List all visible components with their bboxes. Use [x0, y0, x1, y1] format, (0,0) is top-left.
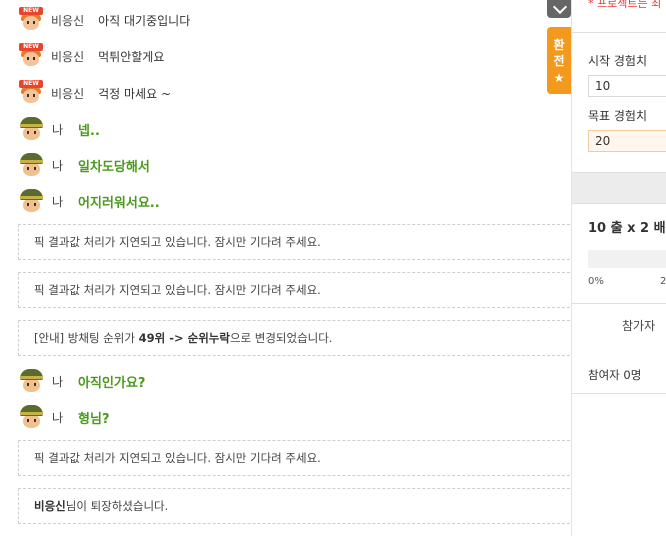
panel-notice: * 프로젝트는 최 [572, 0, 666, 33]
collapse-tab[interactable] [547, 0, 571, 18]
message-sender[interactable]: 나 [52, 121, 63, 138]
progress-tick-start: 0% [588, 276, 604, 287]
message-text: 넵.. [78, 123, 100, 139]
message-text: 아직인가요? [78, 375, 146, 391]
message-sender[interactable]: 비응신 [51, 12, 84, 29]
message-text: 일차도당해서 [78, 159, 150, 175]
message-sender[interactable]: 나 [52, 193, 63, 210]
chat-message: NEW 비응신 걱정 마세요 ~ [18, 80, 171, 106]
system-notice: 픽 결과값 처리가 지연되고 있습니다. 잠시만 기다려 주세요. [18, 272, 570, 308]
notice-suffix: 으로 변경되었습니다. [229, 331, 333, 345]
exchange-tab[interactable]: 환전 ★ [547, 27, 571, 94]
chat-message: NEW 비응신 아직 대기중입니다 [18, 7, 190, 33]
new-badge: NEW [19, 7, 43, 15]
start-exp-input[interactable]: 10 [588, 75, 666, 97]
my-avatar-icon[interactable] [18, 188, 44, 214]
rank-to: 순위누락 [187, 331, 230, 345]
chat-message: 나 어지러워서요.. [18, 188, 160, 214]
notice-prefix: [안내] 방채팅 순위가 [34, 331, 139, 345]
my-avatar-icon[interactable] [18, 368, 44, 394]
my-avatar-icon[interactable] [18, 152, 44, 178]
chat-message: 나 넵.. [18, 116, 100, 142]
user-avatar-icon[interactable]: NEW [18, 7, 44, 33]
participants-count: 참여자 0명 [588, 368, 642, 382]
user-avatar-icon[interactable]: NEW [18, 80, 44, 106]
chat-message: NEW 비응신 먹튀안할게요 [18, 43, 164, 69]
chat-log: NEW 비응신 아직 대기중입니다 NEW 비응신 먹튀안할게요 NEW 비응신 걱정 마세요 … [0, 0, 572, 536]
message-text: 형님? [78, 411, 110, 427]
system-notice: 픽 결과값 처리가 지연되고 있습니다. 잠시만 기다려 주세요. [18, 224, 570, 260]
star-icon: ★ [553, 71, 565, 85]
chevron-down-icon [552, 0, 568, 15]
rank-arrow: -> [165, 331, 188, 345]
panel-notice-text: * 프로젝트는 최 [588, 0, 662, 10]
system-notice: 픽 결과값 처리가 지연되고 있습니다. 잠시만 기다려 주세요. [18, 440, 570, 476]
leaving-user[interactable]: 비응신 [34, 499, 66, 513]
progress-tick-end: 2 [660, 276, 666, 287]
leave-suffix: 님이 퇴장하셨습니다. [65, 499, 169, 513]
project-panel: * 프로젝트는 최 시작 경험치 10 목표 경험치 20 10 출 x 2 배… [571, 0, 666, 536]
rate-text: 10 출 x 2 배목 [588, 221, 666, 236]
user-avatar-icon[interactable]: NEW [18, 43, 44, 69]
message-sender[interactable]: 비응신 [51, 48, 84, 65]
new-badge: NEW [19, 43, 43, 51]
progress-bar [588, 250, 666, 268]
target-exp-label: 목표 경험치 [588, 109, 648, 123]
chat-message: 나 아직인가요? [18, 368, 145, 394]
my-avatar-icon[interactable] [18, 116, 44, 142]
message-sender[interactable]: 나 [52, 373, 63, 390]
participants-header: 참가자 [622, 319, 656, 333]
exchange-tab-label: 환전 [553, 38, 565, 68]
rank-from: 49위 [138, 331, 166, 345]
message-sender[interactable]: 나 [52, 409, 63, 426]
new-badge: NEW [19, 80, 43, 88]
chat-message: 나 형님? [18, 404, 110, 430]
rank-notice: [안내] 방채팅 순위가 49위 -> 순위누락으로 변경되었습니다. [18, 320, 570, 356]
start-exp-label: 시작 경험치 [588, 54, 648, 68]
message-text: 먹튀안할게요 [98, 49, 165, 64]
panel-section-bar [572, 172, 666, 204]
message-text: 걱정 마세요 ~ [98, 86, 172, 101]
leave-notice: 비응신님이 퇴장하셨습니다. [18, 488, 570, 524]
divider [572, 303, 666, 304]
my-avatar-icon[interactable] [18, 404, 44, 430]
message-sender[interactable]: 비응신 [51, 85, 84, 102]
message-sender[interactable]: 나 [52, 157, 63, 174]
divider [572, 393, 666, 394]
message-text: 어지러워서요.. [78, 195, 160, 211]
chat-message: 나 일차도당해서 [18, 152, 150, 178]
target-exp-input[interactable]: 20 [588, 130, 666, 152]
message-text: 아직 대기중입니다 [98, 13, 191, 28]
